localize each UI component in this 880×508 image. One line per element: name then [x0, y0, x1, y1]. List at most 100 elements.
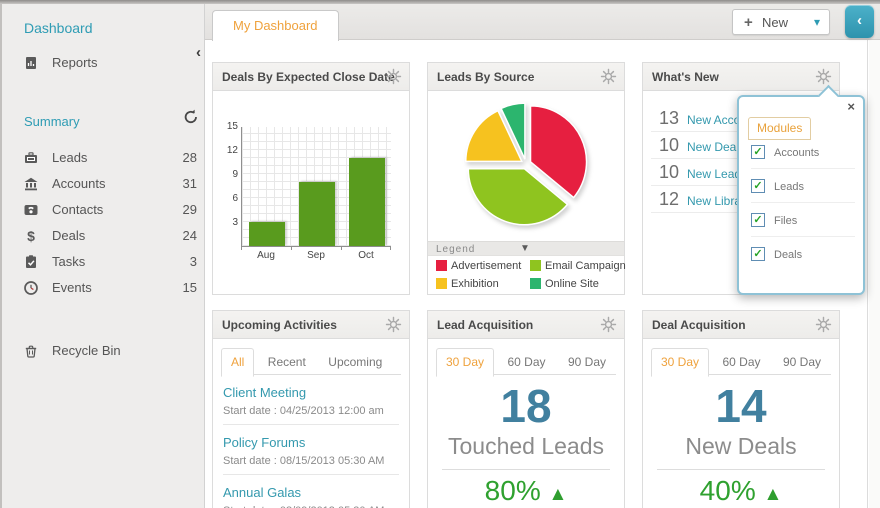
legend-item-label: Exhibition [451, 278, 499, 290]
gear-icon[interactable] [385, 68, 402, 85]
sidebar-item-count: 29 [182, 202, 197, 217]
svg-text:$: $ [27, 228, 35, 244]
upcoming-tabs: All Recent Upcoming [221, 347, 401, 377]
checkbox-label: Leads [774, 181, 804, 193]
sidebar-item-count: 24 [182, 228, 197, 243]
pie-chart [465, 102, 588, 226]
popup-tab-modules[interactable]: Modules [748, 117, 812, 140]
x-axis-tick [291, 246, 292, 250]
bank-icon [24, 177, 38, 191]
sidebar-item-recycle-bin[interactable]: Recycle Bin [2, 338, 207, 364]
gear-icon[interactable] [815, 68, 832, 85]
kpi-change: 40% ▲ [643, 475, 839, 507]
task-clipboard-icon [26, 255, 36, 268]
legend-swatch [436, 278, 447, 289]
legend-label: Legend [436, 244, 476, 255]
activity-link[interactable]: Policy Forums [223, 435, 399, 450]
gear-icon[interactable] [815, 316, 832, 333]
tab-90-day[interactable]: 90 Day [559, 349, 615, 376]
kpi-change: 80% ▲ [428, 475, 624, 507]
gear-icon[interactable] [385, 316, 402, 333]
tab-90-day[interactable]: 90 Day [774, 349, 830, 376]
lead-acq-tabs: 30 Day 60 Day 90 Day [436, 347, 616, 377]
tab-upcoming[interactable]: Upcoming [319, 349, 391, 376]
checkbox-checked[interactable]: ✓ [751, 179, 765, 193]
checkbox-checked[interactable]: ✓ [751, 213, 765, 227]
sidebar-item-deals[interactable]: $ Deals 24 [2, 223, 207, 249]
checkbox-checked[interactable]: ✓ [751, 145, 765, 159]
widget-title: What's New [652, 70, 719, 84]
bar-chart-body: 3 6 9 12 15 Aug Sep Oct [213, 91, 409, 295]
sidebar-item-events[interactable]: Events 15 [2, 275, 207, 301]
kpi-change-value: 40% [699, 475, 756, 506]
tab-30-day[interactable]: 30 Day [651, 348, 710, 377]
refresh-icon[interactable] [182, 108, 200, 126]
widget-title: Leads By Source [437, 70, 535, 84]
report-icon [26, 57, 36, 69]
whats-new-link[interactable]: New Acco [687, 113, 740, 127]
x-axis-label: Sep [307, 250, 325, 261]
sidebar-summary-heading[interactable]: Summary [24, 114, 80, 129]
whats-new-link[interactable]: New Deal [687, 140, 739, 154]
checkbox-label: Accounts [774, 147, 820, 159]
whats-new-link[interactable]: New Libra [687, 194, 741, 208]
new-button[interactable]: + New ▾ [732, 9, 830, 35]
tab-30-day[interactable]: 30 Day [436, 348, 495, 377]
legend-item-label: Advertisement [451, 260, 522, 272]
panel-collapse-button[interactable]: ‹ [845, 5, 874, 38]
tab-my-dashboard[interactable]: My Dashboard [212, 10, 339, 41]
sidebar-item-leads[interactable]: Leads 28 [2, 145, 207, 171]
tab-60-day[interactable]: 60 Day [713, 349, 769, 376]
briefcase-icon [25, 152, 37, 163]
sidebar: Dashboard Reports Summary Leads 28 Accou… [0, 4, 205, 508]
sidebar-item-contacts[interactable]: Contacts 29 [2, 197, 207, 223]
bar-chart: 3 6 9 12 15 Aug Sep Oct [227, 121, 391, 261]
activity-date: Start date : 08/15/2013 05:30 AM [223, 450, 399, 475]
whats-new-count: 10 [658, 135, 679, 155]
checkbox-row-accounts: ✓ Accounts [751, 143, 855, 169]
sidebar-title-dashboard[interactable]: Dashboard [24, 20, 93, 36]
sidebar-item-tasks[interactable]: Tasks 3 [2, 249, 207, 275]
widget-upcoming-activities: Upcoming Activities All Recent Upcoming … [212, 310, 410, 508]
tab-60-day[interactable]: 60 Day [498, 349, 554, 376]
activity-item: Client Meeting Start date : 04/25/2013 1… [223, 385, 399, 425]
dollar-icon: $ [27, 228, 35, 244]
y-axis-tick: 9 [232, 169, 238, 180]
checkbox-label: Deals [774, 249, 803, 261]
widget-header: Leads By Source [428, 63, 624, 91]
whats-new-count: 10 [658, 162, 679, 182]
activity-link[interactable]: Annual Galas [223, 485, 399, 500]
y-axis-tick: 15 [226, 121, 238, 132]
sidebar-collapse-chevron-icon[interactable]: ‹ [196, 44, 201, 61]
activity-date: Start date : 08/09/2013 05:30 AM [223, 500, 399, 508]
widget-header: Deal Acquisition [643, 311, 839, 339]
y-axis-tick: 6 [232, 193, 238, 204]
sidebar-item-count: 3 [189, 254, 197, 269]
sidebar-item-label: Events [52, 280, 92, 295]
legend-swatch [530, 260, 541, 271]
legend-bar: Legend ▼ [428, 241, 624, 256]
sidebar-item-label: Recycle Bin [52, 343, 121, 358]
whats-new-count: 12 [658, 189, 679, 209]
gear-icon[interactable] [600, 316, 617, 333]
bar-xlabels: Aug Sep Oct [241, 246, 391, 261]
sidebar-item-label: Tasks [52, 254, 86, 269]
widget-title: Deals By Expected Close Date [222, 70, 395, 84]
checkbox-checked[interactable]: ✓ [751, 247, 765, 261]
legend-toggle-triangle-icon[interactable]: ▼ [520, 243, 530, 254]
whats-new-link[interactable]: New Lead [687, 167, 741, 181]
sidebar-item-count: 31 [182, 176, 197, 191]
kpi-change-value: 80% [484, 475, 541, 506]
sidebar-item-accounts[interactable]: Accounts 31 [2, 171, 207, 197]
sidebar-item-label: Leads [52, 150, 88, 165]
tab-recent[interactable]: Recent [259, 349, 315, 376]
gear-icon[interactable] [600, 68, 617, 85]
close-icon[interactable]: × [847, 99, 855, 114]
checkbox-row-files: ✓ Files [751, 211, 855, 237]
bar [299, 182, 335, 246]
activity-link[interactable]: Client Meeting [223, 385, 399, 400]
activity-item: Annual Galas Start date : 08/09/2013 05:… [223, 485, 399, 508]
y-axis-tick: 12 [226, 145, 238, 156]
tab-all[interactable]: All [221, 348, 255, 377]
sidebar-item-reports[interactable]: Reports [2, 50, 207, 76]
